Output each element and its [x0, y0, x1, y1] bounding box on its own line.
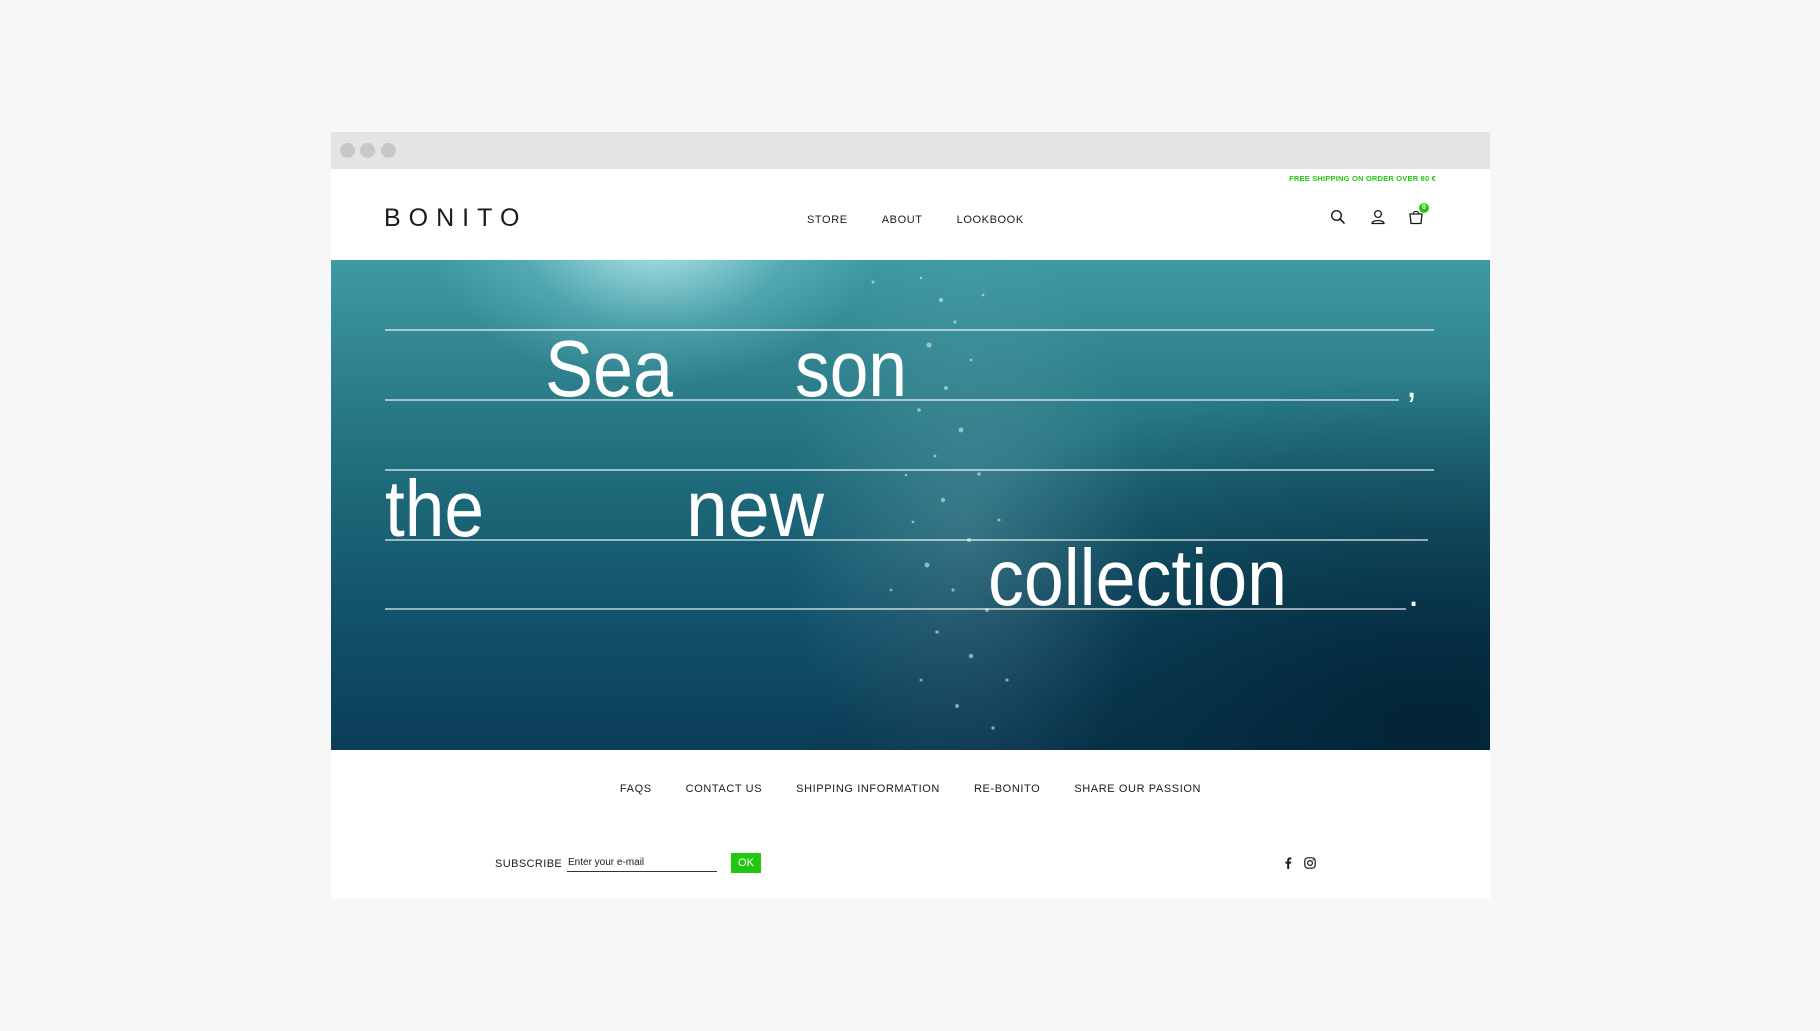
footer-nav: FAQS CONTACT US SHIPPING INFORMATION RE-… — [331, 783, 1490, 795]
search-icon[interactable] — [1329, 208, 1347, 226]
footer-link-shipping[interactable]: SHIPPING INFORMATION — [796, 783, 940, 795]
cart-icon[interactable]: 0 — [1407, 203, 1429, 226]
brand-logo[interactable]: BONITO — [384, 204, 527, 233]
hero-word-sea: Sea — [545, 324, 673, 413]
email-input[interactable] — [567, 854, 717, 872]
hero-word-collection: collection — [988, 533, 1287, 622]
main-nav: STORE ABOUT LOOKBOOK — [807, 214, 1024, 226]
hero-overlay: Sea son , the new collection . — [385, 276, 1434, 730]
nav-lookbook[interactable]: LOOKBOOK — [957, 214, 1024, 226]
browser-window: FREE SHIPPING ON ORDER OVER 80 € BONITO … — [331, 132, 1490, 899]
window-close-dot[interactable] — [340, 143, 355, 158]
hero-word-the: the — [385, 464, 484, 553]
browser-titlebar — [331, 132, 1490, 169]
window-maximize-dot[interactable] — [381, 143, 396, 158]
nav-about[interactable]: ABOUT — [882, 214, 923, 226]
hero-word-son: son — [795, 324, 907, 413]
free-shipping-banner: FREE SHIPPING ON ORDER OVER 80 € — [1289, 174, 1436, 183]
account-icon[interactable] — [1369, 208, 1387, 226]
facebook-icon[interactable] — [1281, 856, 1295, 870]
footer-link-faqs[interactable]: FAQS — [620, 783, 652, 795]
hero-comma: , — [1406, 362, 1417, 406]
hero-banner: Sea son , the new collection . — [331, 260, 1490, 750]
nav-store[interactable]: STORE — [807, 214, 848, 226]
cart-count-badge: 0 — [1419, 203, 1429, 213]
subscribe-label: SUBSCRIBE — [495, 858, 563, 870]
footer-link-contact[interactable]: CONTACT US — [686, 783, 763, 795]
instagram-icon[interactable] — [1303, 856, 1317, 870]
hero-period: . — [1408, 571, 1419, 615]
footer-link-re-bonito[interactable]: RE-BONITO — [974, 783, 1040, 795]
hero-word-new: new — [686, 464, 824, 553]
window-minimize-dot[interactable] — [360, 143, 375, 158]
subscribe-ok-button[interactable]: OK — [731, 853, 761, 873]
footer-link-share-passion[interactable]: SHARE OUR PASSION — [1074, 783, 1201, 795]
